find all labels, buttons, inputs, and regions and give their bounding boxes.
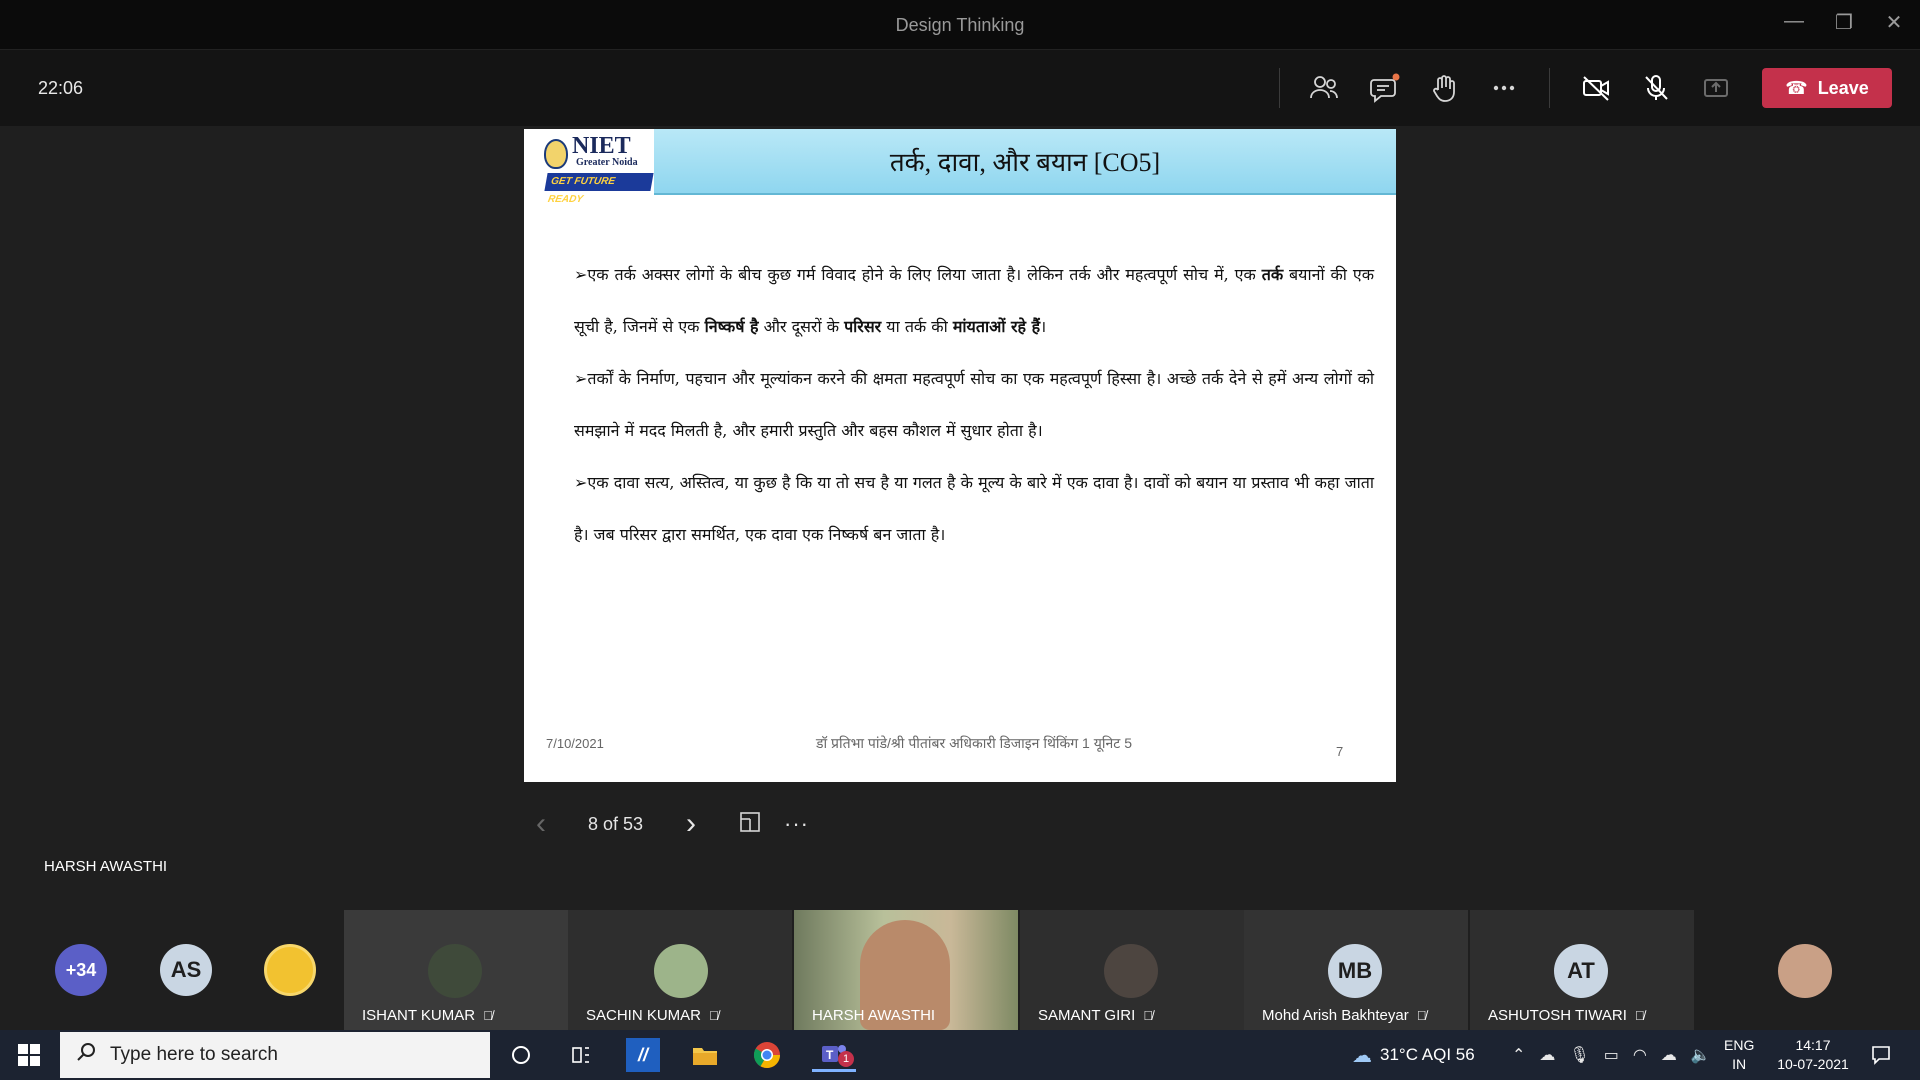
participant-tile[interactable]: ISHANT KUMAR 🎙̸ [344, 910, 568, 1030]
share-tray-icon[interactable] [1698, 70, 1734, 106]
participant-tile[interactable]: MB Mohd Arish Bakhteyar 🎙̸ [1244, 910, 1468, 1030]
task-view-icon[interactable] [564, 1038, 598, 1072]
participant-video-tile[interactable]: HARSH AWASTHI [794, 910, 1018, 1030]
leave-label: Leave [1817, 77, 1869, 98]
bullet-paragraph-3: ➢एक दावा सत्य, अस्तित्व, या कुछ है कि या… [574, 473, 1374, 544]
system-tray: ⌃ ☁ 🎙 ▭ ◠ ☁ 🔈 [1512, 1030, 1711, 1080]
participant-name: ASHUTOSH TIWARI [1488, 1007, 1627, 1024]
participant-avatar-badge[interactable] [264, 944, 316, 996]
mic-muted-icon: 🎙̸ [709, 1008, 719, 1023]
participant-avatar-as[interactable]: AS [160, 944, 212, 996]
participant-strip: +34 AS ISHANT KUMAR 🎙̸ SACHIN KUMAR 🎙̸ HAR… [0, 910, 1920, 1030]
phone-hangup-icon: ☎ [1785, 77, 1808, 98]
minimize-button[interactable]: — [1774, 10, 1814, 33]
weather-text: 31°C AQI 56 [1380, 1045, 1475, 1064]
bullet-paragraph-2: ➢तर्कों के निर्माण, पहचान और मूल्यांकन क… [574, 369, 1374, 440]
prev-slide-button[interactable]: ‹ [536, 807, 566, 841]
windows-start-icon[interactable] [12, 1038, 46, 1072]
chevron-up-icon[interactable]: ⌃ [1512, 1045, 1525, 1065]
participant-photo [654, 944, 708, 998]
microphone-icon[interactable]: 🎙 [1569, 1045, 1589, 1065]
wifi-icon[interactable]: ◠ [1633, 1045, 1647, 1065]
slide-more-button[interactable]: ··· [784, 811, 809, 837]
language-indicator[interactable]: ENG IN [1724, 1036, 1754, 1074]
slide-footer-date: 7/10/2021 [546, 736, 604, 751]
emblem-icon [544, 139, 568, 169]
participant-initials: AT [1554, 944, 1608, 998]
mic-muted-icon: 🎙̸ [1143, 1008, 1153, 1023]
participant-name: ISHANT KUMAR [362, 1007, 476, 1024]
teams-icon[interactable]: T 1 [812, 1038, 856, 1072]
divider [1279, 68, 1280, 108]
presentation-slide: NIET Greater Noida GET FUTURE READY तर्क… [524, 129, 1396, 782]
volume-icon[interactable]: 🔈 [1691, 1045, 1711, 1065]
participant-name: SACHIN KUMAR [586, 1007, 702, 1024]
window-titlebar: Design Thinking — ❐ ✕ [0, 0, 1920, 50]
windows-taskbar: Type here to search // T 1 ☁ 31°C AQI 56… [0, 1030, 1920, 1080]
battery-icon[interactable]: ▭ [1604, 1045, 1619, 1065]
divider [1549, 68, 1550, 108]
leave-button[interactable]: ☎ Leave [1762, 68, 1892, 108]
camera-off-icon[interactable] [1578, 70, 1614, 106]
slide-title: तर्क, दावा, और बयान [CO5] [889, 148, 1161, 177]
participant-avatar-self[interactable] [1778, 944, 1832, 998]
slide-counter: 8 of 53 [588, 813, 644, 834]
logo-sub: Greater Noida [576, 157, 638, 168]
slide-layout-icon[interactable] [738, 810, 768, 839]
mic-off-icon[interactable] [1638, 70, 1674, 106]
niet-logo: NIET Greater Noida GET FUTURE READY [542, 133, 654, 205]
slide-pager: ‹ 8 of 53 › ··· [536, 806, 809, 842]
svg-text:T: T [826, 1048, 834, 1062]
notification-icon[interactable] [1864, 1038, 1898, 1072]
app-icon-mail[interactable]: // [626, 1038, 660, 1072]
participant-tile[interactable]: SAMANT GIRI 🎙̸ [1020, 910, 1244, 1030]
cortana-icon[interactable] [504, 1038, 538, 1072]
mic-muted-icon: 🎙̸ [483, 1008, 493, 1023]
taskbar-search-box[interactable]: Type here to search [60, 1032, 490, 1078]
participant-name: HARSH AWASTHI [812, 1007, 936, 1024]
presenter-name: HARSH AWASTHI [44, 858, 168, 875]
search-icon [76, 1042, 96, 1068]
mic-muted-icon: 🎙̸ [1416, 1008, 1427, 1023]
clock-date: 10-07-2021 [1777, 1056, 1849, 1072]
slide-footer-author: डॉ प्रतिभा पांडे/श्री पीतांबर अधिकारी डि… [816, 735, 1132, 751]
slide-title-band: तर्क, दावा, और बयान [CO5] [654, 129, 1396, 195]
participant-tile[interactable]: SACHIN KUMAR 🎙̸ [568, 910, 792, 1030]
more-options-icon[interactable] [1486, 70, 1522, 106]
shared-content-stage: NIET Greater Noida GET FUTURE READY तर्क… [0, 126, 1920, 910]
logo-tagline: GET FUTURE READY [544, 173, 654, 205]
weather-icon: ☁ [1352, 1044, 1372, 1067]
clock[interactable]: 14:17 10-07-2021 [1768, 1036, 1858, 1074]
people-icon[interactable] [1306, 70, 1342, 106]
meeting-timer: 22:06 [38, 78, 84, 98]
chrome-icon[interactable] [750, 1038, 784, 1072]
file-explorer-icon[interactable] [688, 1038, 722, 1072]
participant-photo [428, 944, 482, 998]
teams-badge: 1 [838, 1051, 854, 1067]
slide-body: ➢एक तर्क अक्सर लोगों के बीच कुछ गर्म विव… [574, 249, 1374, 561]
window-title: Design Thinking [895, 15, 1025, 35]
raise-hand-icon[interactable] [1426, 70, 1462, 106]
participant-name: Mohd Arish Bakhteyar [1262, 1007, 1409, 1024]
clock-time: 14:17 [1795, 1037, 1831, 1053]
participant-initials: MB [1328, 944, 1382, 998]
close-button[interactable]: ✕ [1874, 10, 1914, 35]
mic-muted-icon: 🎙̸ [1634, 1008, 1645, 1023]
search-placeholder: Type here to search [110, 1044, 278, 1065]
next-slide-button[interactable]: › [686, 807, 716, 841]
cloud-sync-icon[interactable]: ☁ [1661, 1045, 1677, 1065]
onedrive-icon[interactable]: ☁ [1539, 1045, 1555, 1065]
more-participants-button[interactable]: +34 [55, 944, 107, 996]
logo-name: NIET [572, 133, 631, 159]
weather-widget[interactable]: ☁ 31°C AQI 56 [1352, 1030, 1475, 1080]
bullet-paragraph-1: ➢एक तर्क अक्सर लोगों के बीच कुछ गर्म विव… [574, 265, 1374, 336]
meeting-controls-bar: 22:06 ☎ Leave [0, 50, 1920, 126]
restore-button[interactable]: ❐ [1824, 10, 1864, 35]
chat-icon[interactable] [1366, 70, 1402, 106]
participant-tile[interactable]: AT ASHUTOSH TIWARI 🎙̸ [1470, 910, 1694, 1030]
slide-footer-page: 7 [1336, 744, 1344, 759]
participant-photo [1104, 944, 1158, 998]
participant-name: SAMANT GIRI [1038, 1007, 1136, 1024]
